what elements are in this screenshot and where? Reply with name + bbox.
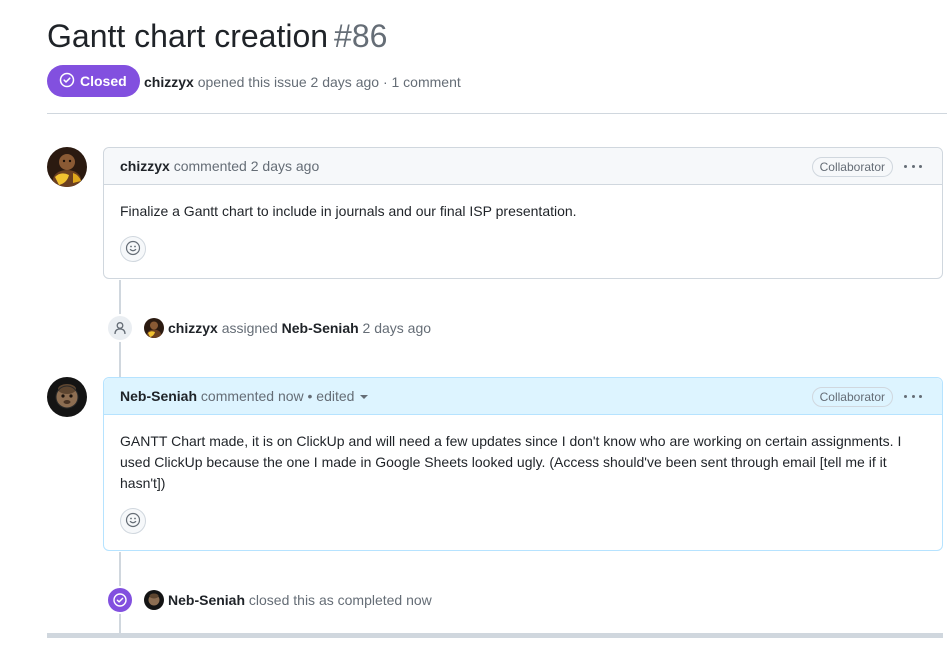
avatar[interactable] bbox=[47, 377, 87, 417]
chevron-down-icon[interactable] bbox=[360, 395, 369, 400]
check-circle-icon bbox=[59, 72, 75, 91]
comment-box: chizzyx commented 2 days ago Collaborato… bbox=[103, 147, 943, 279]
issue-title: Gantt chart creation #86 bbox=[47, 18, 387, 55]
issue-state-label: Closed bbox=[80, 73, 127, 89]
person-icon bbox=[106, 314, 134, 342]
kebab-menu-icon[interactable] bbox=[904, 157, 922, 175]
timeline-end-bar bbox=[47, 633, 943, 638]
header-divider bbox=[47, 113, 947, 114]
avatar[interactable] bbox=[144, 590, 164, 610]
timeline-event-assigned: chizzyx assigned Neb-Seniah 2 days ago bbox=[106, 314, 431, 342]
comment-author-line: Neb-Seniah commented now • edited bbox=[120, 388, 369, 404]
event-target-link[interactable]: Neb-Seniah bbox=[282, 320, 359, 336]
event-text: Neb-Seniah closed this as completed now bbox=[168, 592, 432, 608]
comment-body: Finalize a Gantt chart to include in jou… bbox=[120, 203, 577, 219]
issue-title-text: Gantt chart creation bbox=[47, 18, 329, 54]
avatar[interactable] bbox=[47, 147, 87, 187]
collaborator-badge: Collaborator bbox=[811, 387, 893, 407]
kebab-menu-icon[interactable] bbox=[904, 387, 922, 405]
comment-timestamp[interactable]: commented now • edited bbox=[201, 388, 355, 404]
event-actor-link[interactable]: Neb-Seniah bbox=[168, 592, 245, 608]
avatar[interactable] bbox=[144, 318, 164, 338]
issue-opened-text: opened this issue 2 days ago · 1 comment bbox=[197, 74, 461, 90]
event-actor-link[interactable]: chizzyx bbox=[168, 320, 218, 336]
comment-author-link[interactable]: chizzyx bbox=[120, 158, 170, 174]
smiley-icon bbox=[125, 240, 141, 259]
comment-author-line: chizzyx commented 2 days ago bbox=[120, 158, 319, 174]
check-circle-icon bbox=[106, 586, 134, 614]
event-text: chizzyx assigned Neb-Seniah 2 days ago bbox=[168, 320, 431, 336]
timeline-event-closed: Neb-Seniah closed this as completed now bbox=[106, 586, 432, 614]
collaborator-badge: Collaborator bbox=[811, 157, 893, 177]
add-reaction-button[interactable] bbox=[120, 236, 146, 262]
issue-meta: chizzyx opened this issue 2 days ago · 1… bbox=[144, 74, 461, 90]
event-action: closed this as completed now bbox=[248, 592, 432, 608]
event-action: assigned bbox=[221, 320, 278, 336]
add-reaction-button[interactable] bbox=[120, 508, 146, 534]
issue-number: #86 bbox=[334, 18, 388, 54]
smiley-icon bbox=[125, 512, 141, 531]
comment-author-link[interactable]: Neb-Seniah bbox=[120, 388, 197, 404]
issue-author-link[interactable]: chizzyx bbox=[144, 74, 194, 90]
comment-timestamp[interactable]: commented 2 days ago bbox=[174, 158, 320, 174]
issue-state-badge: Closed bbox=[47, 65, 140, 97]
comment-box: Neb-Seniah commented now • edited Collab… bbox=[103, 377, 943, 551]
comment-header: Neb-Seniah commented now • edited Collab… bbox=[104, 378, 942, 415]
event-time[interactable]: 2 days ago bbox=[363, 320, 432, 336]
comment-header: chizzyx commented 2 days ago Collaborato… bbox=[104, 148, 942, 185]
comment-body: GANTT Chart made, it is on ClickUp and w… bbox=[120, 433, 902, 491]
